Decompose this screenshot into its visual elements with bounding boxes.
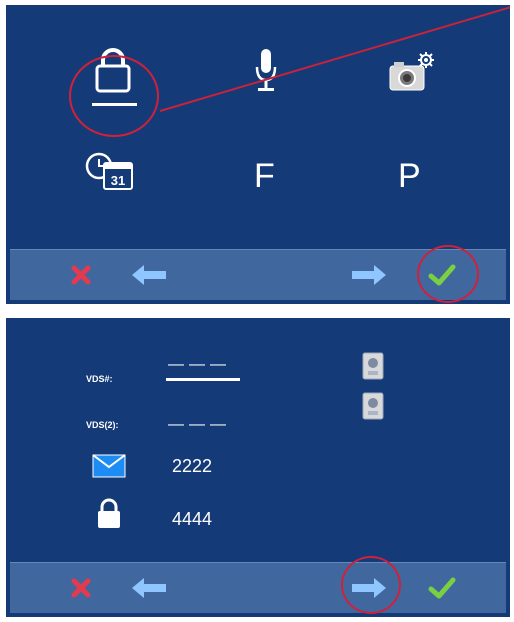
left-arrow-icon[interactable] [130, 262, 168, 288]
mail-icon [92, 454, 126, 478]
checkmark-icon[interactable] [428, 575, 456, 601]
f-menu-item[interactable]: F [254, 159, 275, 193]
microphone-icon[interactable] [252, 47, 280, 95]
lock-highlight-circle [69, 55, 159, 137]
intercom-icon-2 [362, 392, 384, 420]
svg-text:31: 31 [111, 173, 125, 188]
annotation-line [159, 5, 510, 112]
mail-code: 2222 [172, 456, 213, 476]
lock-code: 4444 [172, 509, 213, 529]
left-arrow-icon[interactable] [130, 575, 168, 601]
cancel-icon[interactable] [70, 264, 92, 286]
cancel-icon[interactable] [70, 577, 92, 599]
calendar-clock-icon[interactable]: 31 [84, 151, 140, 193]
vds2-label: VDS(2): [86, 420, 119, 430]
vds-value[interactable]: ——— [168, 356, 231, 374]
confirm-highlight-circle [417, 245, 479, 303]
lock-icon [96, 498, 122, 530]
vds-input-underline [166, 378, 240, 381]
camera-settings-icon[interactable] [388, 50, 438, 94]
p-menu-item[interactable]: P [398, 159, 421, 193]
bottom-settings-panel: VDS#: ——— VDS(2): ——— 2222 4444 [6, 318, 510, 617]
right-arrow-icon[interactable] [350, 262, 388, 288]
top-menu-panel: 31 F P [6, 5, 510, 304]
bottom-navigation-bar [10, 562, 506, 613]
intercom-icon [362, 352, 384, 380]
vds-label: VDS#: [86, 374, 113, 384]
forward-highlight-circle [341, 556, 401, 614]
vds2-value[interactable]: ——— [168, 416, 231, 434]
